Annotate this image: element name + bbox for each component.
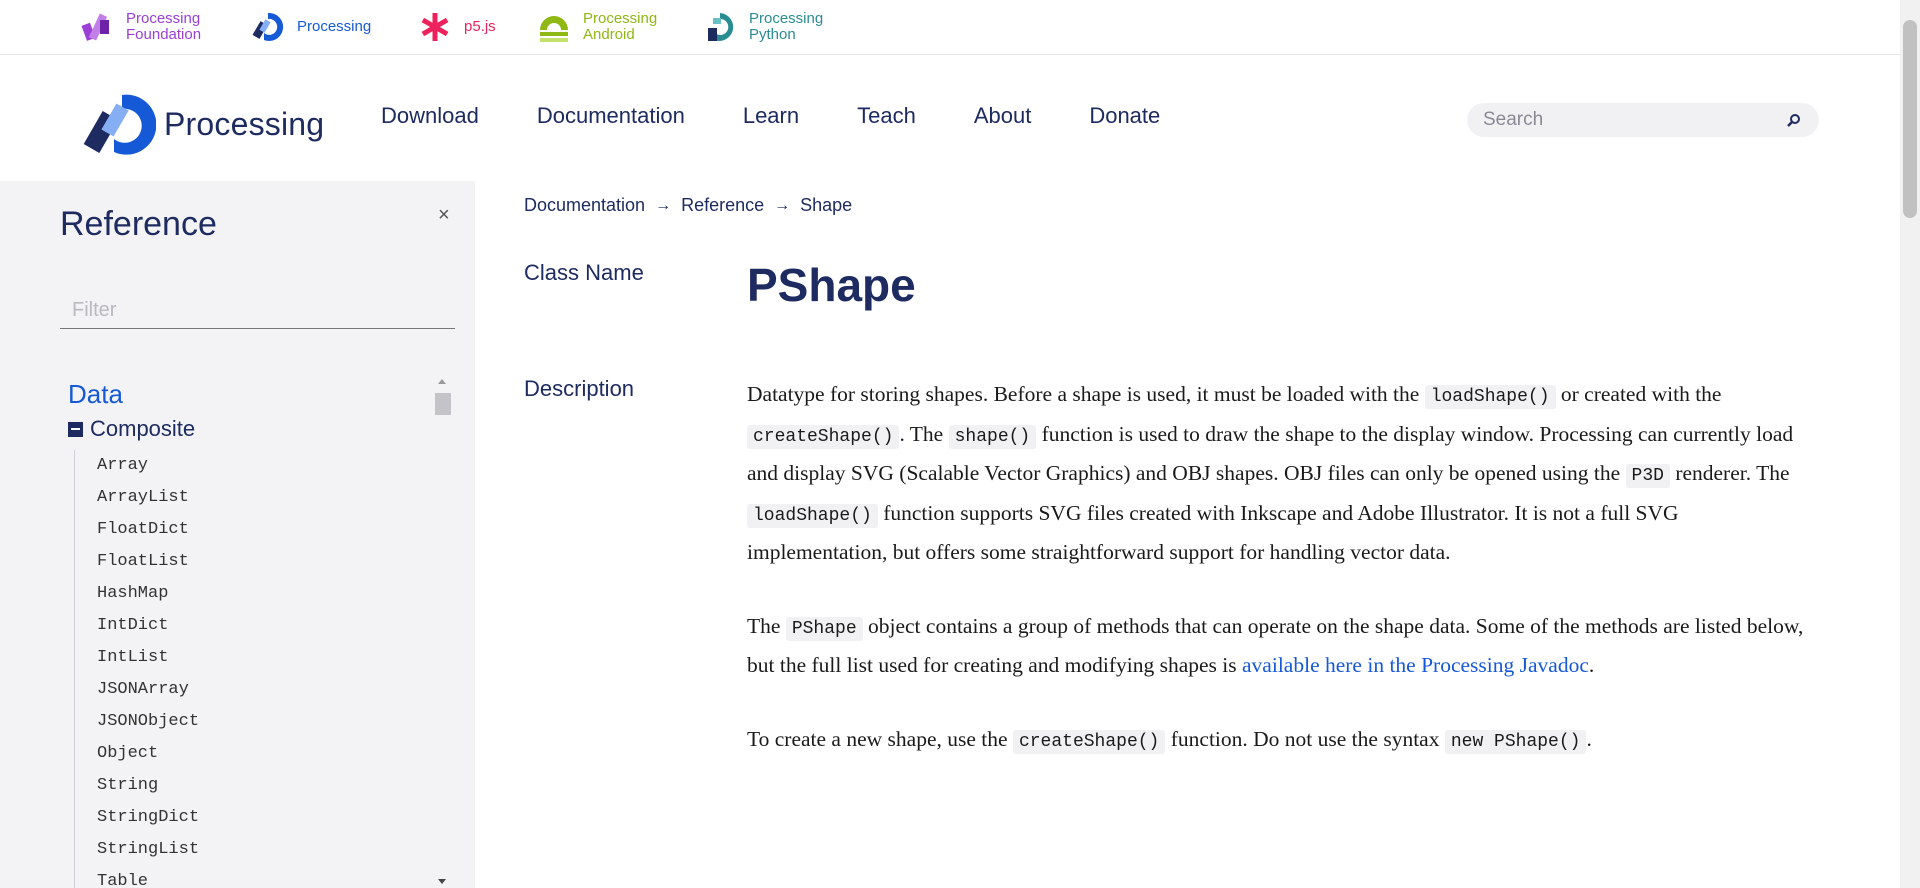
search-input[interactable] bbox=[1483, 109, 1779, 131]
tree-item[interactable]: JSONObject bbox=[97, 706, 430, 738]
p5js-asterisk-icon bbox=[421, 13, 449, 41]
tree-item[interactable]: String bbox=[97, 770, 430, 802]
processing-python-logo-icon bbox=[708, 13, 734, 41]
foundation-bar: Processing Foundation Processing p5.js P… bbox=[0, 0, 1900, 55]
inline-code: new PShape() bbox=[1444, 729, 1587, 754]
description-paragraph: Datatype for storing shapes. Before a sh… bbox=[747, 382, 1794, 564]
breadcrumb-shape[interactable]: Shape bbox=[800, 195, 852, 216]
nav-about[interactable]: About bbox=[974, 103, 1032, 129]
tree-item[interactable]: FloatDict bbox=[97, 514, 430, 546]
inline-code: shape() bbox=[948, 424, 1037, 449]
site-link-label: Processing bbox=[297, 18, 372, 35]
processing-logo-icon bbox=[252, 12, 284, 41]
search-icon[interactable] bbox=[1787, 113, 1801, 127]
site-link-processing-foundation[interactable]: Processing Foundation bbox=[80, 8, 201, 46]
inline-code: loadShape() bbox=[747, 503, 878, 528]
processing-logo-icon bbox=[83, 94, 156, 155]
site-link-label: Processing Foundation bbox=[126, 10, 202, 43]
tree-item[interactable]: Array bbox=[97, 450, 430, 482]
nav-donate[interactable]: Donate bbox=[1089, 103, 1160, 129]
tree-item[interactable]: JSONArray bbox=[97, 674, 430, 706]
nav-download[interactable]: Download bbox=[381, 103, 479, 129]
inline-code: createShape() bbox=[747, 424, 900, 449]
brand-name: Processing bbox=[164, 105, 325, 142]
site-link-processing[interactable]: Processing bbox=[251, 8, 371, 46]
processing-foundation-logo-icon bbox=[81, 13, 109, 41]
site-header: Processing Download Documentation Learn … bbox=[0, 55, 1900, 181]
filter-input[interactable] bbox=[60, 293, 455, 329]
arrow-right-icon: → bbox=[655, 196, 672, 214]
main-nav: Download Documentation Learn Teach About… bbox=[381, 103, 1218, 129]
brand-home-link[interactable]: Processing bbox=[82, 89, 324, 159]
close-icon[interactable]: × bbox=[438, 204, 450, 227]
site-link-label: p5.js bbox=[464, 18, 496, 35]
breadcrumb-reference[interactable]: Reference bbox=[681, 195, 764, 216]
scroll-down-arrow-icon[interactable] bbox=[438, 879, 446, 884]
javadoc-link[interactable]: available here in the Processing Javadoc bbox=[1242, 653, 1589, 677]
description-body: Datatype for storing shapes. Before a sh… bbox=[747, 376, 1807, 797]
tree-item[interactable]: FloatList bbox=[97, 546, 430, 578]
site-link-processing-android[interactable]: Processing Android bbox=[537, 8, 657, 46]
arrow-right-icon: → bbox=[774, 196, 791, 214]
sidebar-scrollbar[interactable] bbox=[434, 371, 451, 888]
tree-item[interactable]: StringList bbox=[97, 834, 430, 866]
tree-item[interactable]: Table bbox=[97, 866, 430, 888]
nav-learn[interactable]: Learn bbox=[743, 103, 799, 129]
description-paragraph: To create a new shape, use the createSha… bbox=[747, 726, 1592, 754]
site-link-p5js[interactable]: p5.js bbox=[418, 8, 496, 46]
tree-item[interactable]: Object bbox=[97, 738, 430, 770]
collapse-icon[interactable] bbox=[68, 421, 83, 437]
sidebar-title: Reference bbox=[60, 205, 217, 243]
tree-item[interactable]: ArrayList bbox=[97, 482, 430, 514]
tree-item-list: Array ArrayList FloatDict FloatList Hash… bbox=[74, 450, 430, 888]
inline-code: P3D bbox=[1625, 464, 1670, 488]
reference-tree: Data Composite Array ArrayList FloatDict… bbox=[60, 371, 430, 888]
tree-subcategory-composite[interactable]: Composite bbox=[68, 416, 430, 442]
reference-sidebar: Reference × Data Composite Array ArrayLi… bbox=[0, 181, 475, 888]
site-link-label: Processing Android bbox=[583, 10, 658, 43]
class-name-label: Class Name bbox=[524, 260, 644, 285]
description-label: Description bbox=[524, 376, 635, 401]
nav-teach[interactable]: Teach bbox=[857, 103, 916, 129]
scrollbar-thumb[interactable] bbox=[435, 393, 451, 415]
tree-item[interactable]: IntList bbox=[97, 642, 430, 674]
tree-item[interactable]: StringDict bbox=[97, 802, 430, 834]
nav-documentation[interactable]: Documentation bbox=[537, 103, 685, 129]
site-link-processing-python[interactable]: Processing Python bbox=[703, 8, 823, 46]
search-box bbox=[1467, 103, 1819, 137]
tree-item[interactable]: HashMap bbox=[97, 578, 430, 610]
inline-code: createShape() bbox=[1012, 729, 1166, 754]
site-link-label: Processing Python bbox=[749, 10, 824, 43]
breadcrumb: Documentation → Reference → Shape bbox=[524, 195, 852, 216]
breadcrumb-documentation[interactable]: Documentation bbox=[524, 195, 645, 216]
subcategory-label: Composite bbox=[90, 416, 196, 441]
inline-code: PShape bbox=[785, 616, 863, 641]
tree-category-data[interactable]: Data bbox=[68, 379, 430, 410]
inline-code: loadShape() bbox=[1424, 385, 1556, 409]
page-scrollbar[interactable] bbox=[1900, 0, 1920, 888]
description-paragraph: The PShape object contains a group of me… bbox=[747, 613, 1804, 678]
tree-item[interactable]: IntDict bbox=[97, 610, 430, 642]
scroll-up-arrow-icon[interactable] bbox=[438, 379, 446, 384]
page-scrollbar-thumb[interactable] bbox=[1903, 20, 1917, 218]
processing-android-logo-icon bbox=[540, 16, 568, 42]
page-title: PShape bbox=[747, 259, 916, 311]
